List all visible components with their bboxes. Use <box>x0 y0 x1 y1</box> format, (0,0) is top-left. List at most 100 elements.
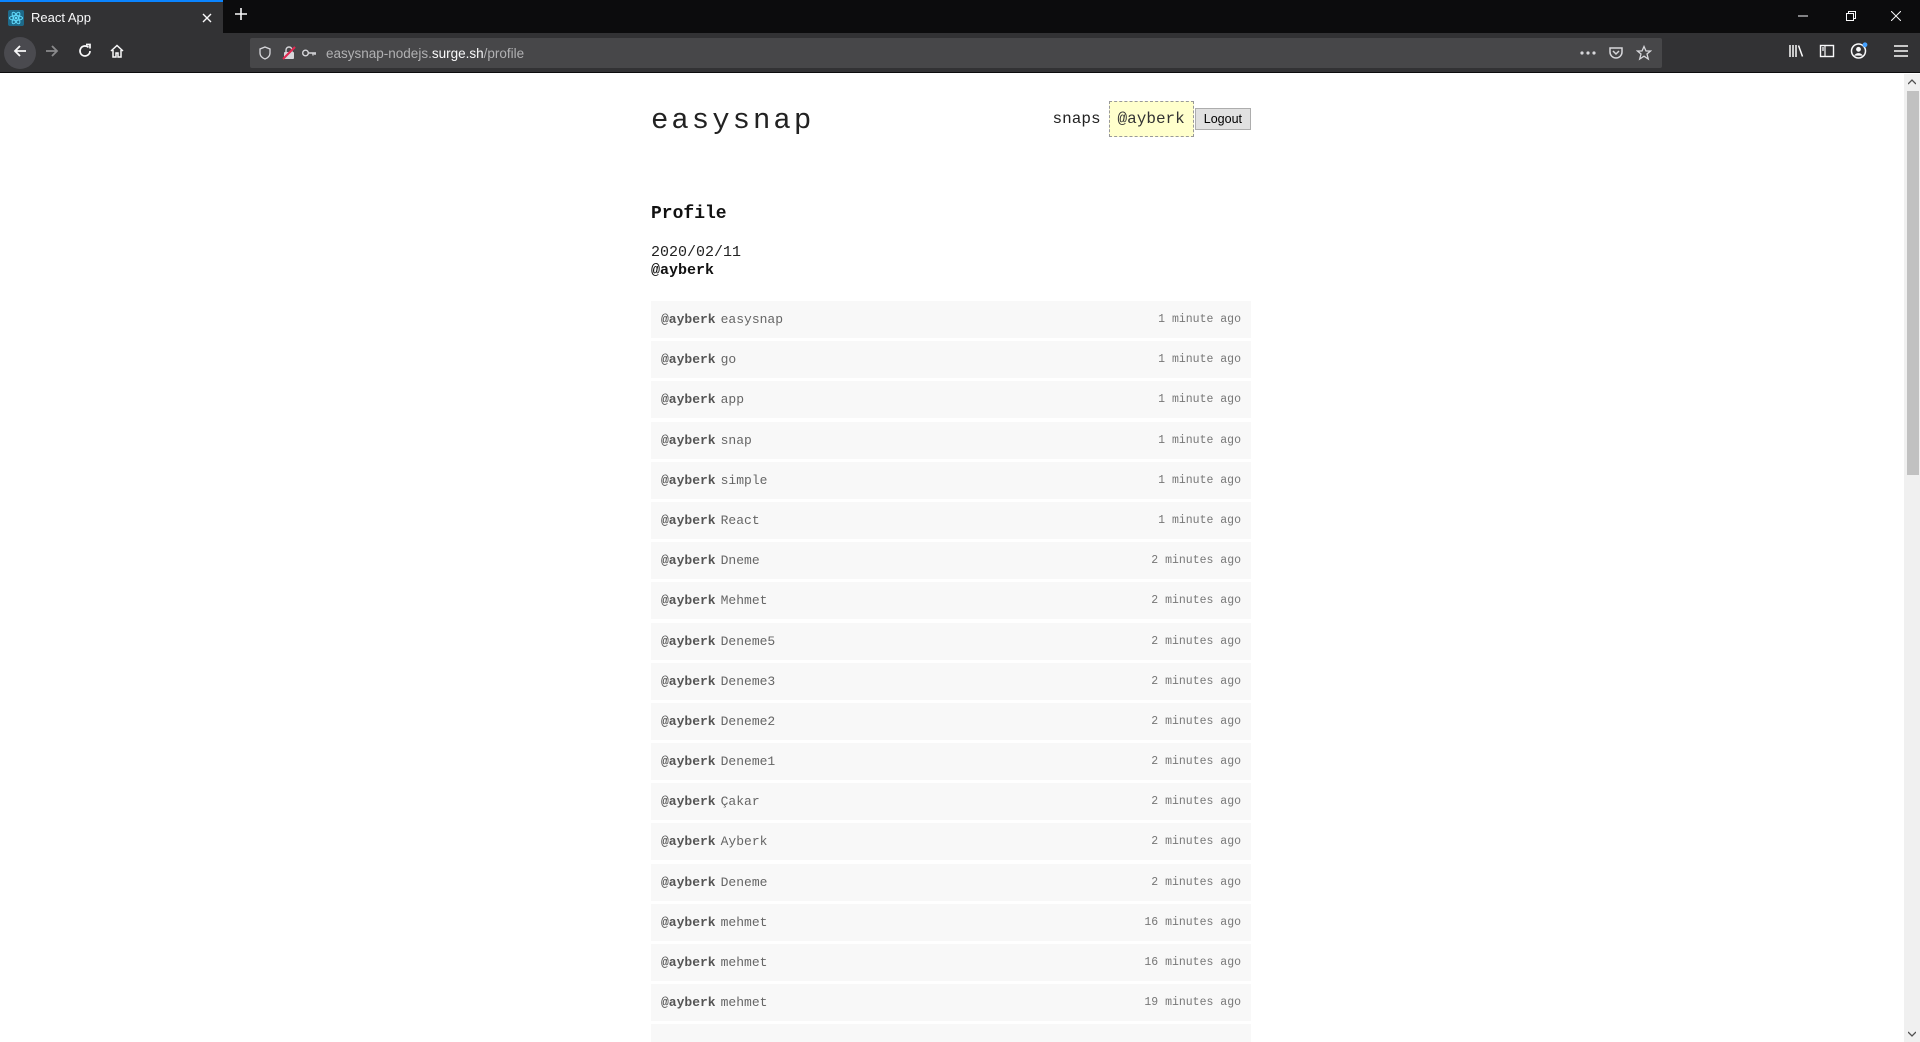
snap-list-item: @ayberk Ayberk 2 minutes ago <box>651 823 1251 861</box>
snap-timestamp: 2 minutes ago <box>1151 634 1241 648</box>
snap-list-item: @ayberk mehmet 19 minutes ago <box>651 984 1251 1022</box>
snap-username: @ayberk <box>661 512 716 528</box>
snap-timestamp: 1 minute ago <box>1158 313 1241 326</box>
snap-timestamp: 1 minute ago <box>1158 353 1241 367</box>
snap-username: @ayberk <box>661 352 716 368</box>
snap-username: @ayberk <box>661 673 716 689</box>
nav-link-profile[interactable]: @ayberk <box>1108 101 1194 137</box>
url-text[interactable]: easysnap-nodejs.surge.sh/profile <box>326 46 524 61</box>
minimize-icon <box>1798 8 1808 26</box>
forward-button[interactable] <box>36 37 68 69</box>
snap-list-item: @ayberk app 1 minute ago <box>651 381 1251 419</box>
insecure-lock-icon[interactable] <box>280 44 298 62</box>
snap-list-item: @ayberk simple 1 minute ago <box>651 461 1251 499</box>
minimize-window-button[interactable] <box>1780 0 1826 33</box>
snap-username: @ayberk <box>661 995 716 1011</box>
bookmark-star-icon[interactable] <box>1630 41 1658 65</box>
snap-list-item: @ayberk Deneme2 2 minutes ago <box>651 702 1251 740</box>
close-window-button[interactable] <box>1873 0 1919 33</box>
scroll-up-icon[interactable] <box>1904 74 1920 90</box>
snap-list-item: @ayberk Deneme 2 minutes ago <box>651 863 1251 901</box>
reload-icon <box>77 43 93 64</box>
snap-text: Deneme5 <box>720 633 776 649</box>
snap-list: @ayberk easysnap 1 minute ago @ayberk go 1 mi… <box>651 301 1251 1042</box>
restore-icon <box>1846 8 1856 26</box>
close-tab-icon[interactable] <box>195 6 219 30</box>
snap-username: @ayberk <box>661 553 716 569</box>
snap-timestamp: 2 minutes ago <box>1151 554 1241 568</box>
restore-window-button[interactable] <box>1828 0 1874 33</box>
hamburger-menu-icon <box>1894 44 1908 62</box>
snap-list-item: @ayberk Mehmet 2 minutes ago <box>651 582 1251 620</box>
snap-list-item: @ayberk Deneme5 2 minutes ago <box>651 622 1251 660</box>
snap-text: snap <box>720 432 752 448</box>
menu-button[interactable] <box>1887 39 1915 67</box>
snap-username: @ayberk <box>661 914 716 930</box>
logout-button[interactable]: Logout <box>1194 108 1251 130</box>
browser-toolbar: easysnap-nodejs.surge.sh/profile <box>0 33 1920 73</box>
library-button[interactable] <box>1783 39 1811 67</box>
snap-username: @ayberk <box>661 633 716 649</box>
snap-timestamp: 2 minutes ago <box>1151 795 1241 809</box>
snap-timestamp: 16 minutes ago <box>1144 915 1241 929</box>
plus-icon <box>234 7 248 26</box>
snap-timestamp: 19 minutes ago <box>1144 996 1241 1010</box>
close-icon <box>1890 8 1902 26</box>
reload-button[interactable] <box>69 37 101 69</box>
snap-text: mehmet <box>720 914 768 930</box>
pocket-icon[interactable] <box>1602 41 1630 65</box>
browser-tab-active[interactable]: React App <box>0 0 223 33</box>
account-button[interactable] <box>1845 39 1873 67</box>
shield-icon[interactable] <box>256 44 274 62</box>
app-container: easysnap snaps @ayberk Logout Profile 20… <box>651 74 1251 1042</box>
nav-link-snaps[interactable]: snaps <box>1053 110 1101 128</box>
snap-list-item: @ayberk Deneme3 2 minutes ago <box>651 662 1251 700</box>
snap-text: mehmet <box>720 995 768 1011</box>
sidebar-icon <box>1819 43 1835 64</box>
home-button[interactable] <box>101 37 133 69</box>
snap-text: Deneme2 <box>720 713 776 729</box>
more-actions-icon[interactable] <box>1574 41 1602 65</box>
browser-tab-bar: React App <box>0 0 1920 33</box>
new-tab-button[interactable] <box>229 4 253 28</box>
snap-username: @ayberk <box>661 312 716 327</box>
snap-text: React <box>720 512 760 528</box>
snap-timestamp: 2 minutes ago <box>1151 875 1241 889</box>
snap-timestamp: 16 minutes ago <box>1144 956 1241 969</box>
url-bar[interactable]: easysnap-nodejs.surge.sh/profile <box>250 38 1662 68</box>
snap-timestamp: 2 minutes ago <box>1151 755 1241 769</box>
snap-list-item: @ayberk snap 1 minute ago <box>651 421 1251 459</box>
key-icon[interactable] <box>300 44 318 62</box>
page-scrollbar[interactable] <box>1904 74 1920 1042</box>
snap-username: @ayberk <box>661 834 716 850</box>
snap-timestamp: 2 minutes ago <box>1151 674 1241 688</box>
site-header: easysnap snaps @ayberk Logout <box>651 74 1251 189</box>
site-logo[interactable]: easysnap <box>651 104 814 137</box>
arrow-left-icon <box>12 43 28 64</box>
snap-list-item: @ayberk mehmet 16 minutes ago <box>651 944 1251 981</box>
scroll-down-icon[interactable] <box>1904 1026 1920 1042</box>
library-icon <box>1788 43 1806 64</box>
snap-username: @ayberk <box>661 392 716 408</box>
snap-text: go <box>720 352 737 368</box>
snap-list-item: @ayberk go 1 minute ago <box>651 341 1251 379</box>
page-viewport: easysnap snaps @ayberk Logout Profile 20… <box>0 74 1904 1042</box>
snap-text: Mehmet <box>720 593 768 609</box>
snap-username: @ayberk <box>661 472 716 488</box>
snap-text: app <box>720 392 745 408</box>
snap-text: easysnap <box>720 312 784 327</box>
url-path: /profile <box>483 45 525 61</box>
account-icon <box>1850 41 1868 65</box>
snap-list-item: @ayberk Deneme1 2 minutes ago <box>651 743 1251 781</box>
sidebar-toggle-button[interactable] <box>1813 39 1841 67</box>
profile-join-date: 2020/02/11 <box>651 244 742 261</box>
snap-text: Dneme <box>720 553 760 569</box>
snap-text: Deneme <box>720 874 768 890</box>
scrollbar-thumb[interactable] <box>1907 91 1919 475</box>
snap-text: Deneme3 <box>720 673 776 689</box>
back-button[interactable] <box>4 37 36 69</box>
arrow-right-icon <box>44 43 60 64</box>
snap-username: @ayberk <box>661 713 716 729</box>
snap-timestamp: 1 minute ago <box>1158 513 1241 527</box>
snap-text: mehmet <box>720 955 768 970</box>
